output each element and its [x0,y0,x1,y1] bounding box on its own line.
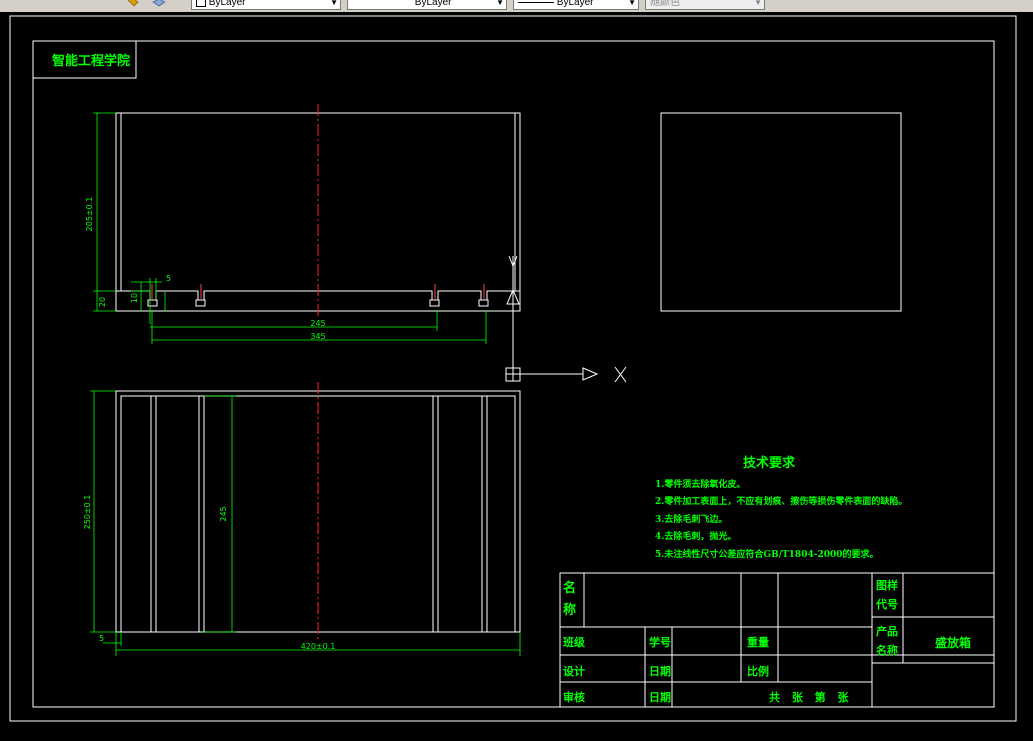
dim-345: 345 [310,332,325,341]
chevron-down-icon: ▼ [754,0,762,7]
dim-10: 10 [130,293,139,303]
tech-item: 2.零件加工表面上，不应有划痕、擦伤等损伤零件表面的缺陷。 [655,497,908,507]
ucs-icon [505,255,627,383]
color-select-value: ByLayer [208,0,246,8]
drawing-canvas[interactable]: 智能工程学院 205±0.1 20 10 5 245 345 250±0.1 2… [0,12,1033,737]
dim-5a: 5 [166,274,171,283]
side-view [660,112,902,312]
chevron-down-icon: ▼ [496,0,504,7]
cad-drawing: 智能工程学院 205±0.1 20 10 5 245 345 250±0.1 2… [9,15,1017,722]
chevron-down-icon: ▼ [628,0,636,7]
lineweight-select[interactable]: ByLayer ▼ [513,0,639,10]
layer-tools-icon[interactable] [126,0,140,9]
lineweight-sample [518,1,554,3]
school-label: 智能工程学院 [52,53,130,69]
dim-height-top: 205±0.1 [85,197,94,232]
dim-20: 20 [98,297,107,307]
tech-item: 1.零件须去除氧化皮。 [655,479,746,490]
lineweight-select-value: ByLayer [556,0,594,8]
linetype-select-value: ByLayer [414,0,452,8]
tech-item: 3.去除毛刺飞边。 [655,514,728,525]
tech-item: 4.去除毛刺，抛光。 [655,532,737,542]
color-select[interactable]: ByLayer ▼ [191,0,341,10]
color-swatch-icon [196,0,206,8]
plotstyle-select[interactable]: 随颜色 ▼ [645,0,765,10]
plotstyle-select-value: 随颜色 [650,0,680,8]
tech-title: 技术要求 [743,456,796,471]
bottom-dimensions [90,390,521,656]
dim-245: 245 [310,319,325,328]
top-dimensions [93,112,487,344]
tech-item: 5.未注线性尺寸公差应符合GB/T1804-2000的要求。 [655,549,879,560]
chevron-down-icon: ▼ [330,0,338,7]
linetype-select[interactable]: ByLayer ▼ [347,0,507,10]
title-block-lines [559,572,995,708]
technical-requirements: 技术要求 1.零件须去除氧化皮。 2.零件加工表面上，不应有划痕、擦伤等损伤零件… [655,455,907,564]
dim-245-vertical: 245 [219,506,228,521]
layer-stack-icon[interactable] [152,0,166,9]
dim-5b: 5 [99,634,104,643]
dim-width: 420±0.1 [301,642,336,651]
dim-height-bottom: 250±0.1 [83,495,92,530]
